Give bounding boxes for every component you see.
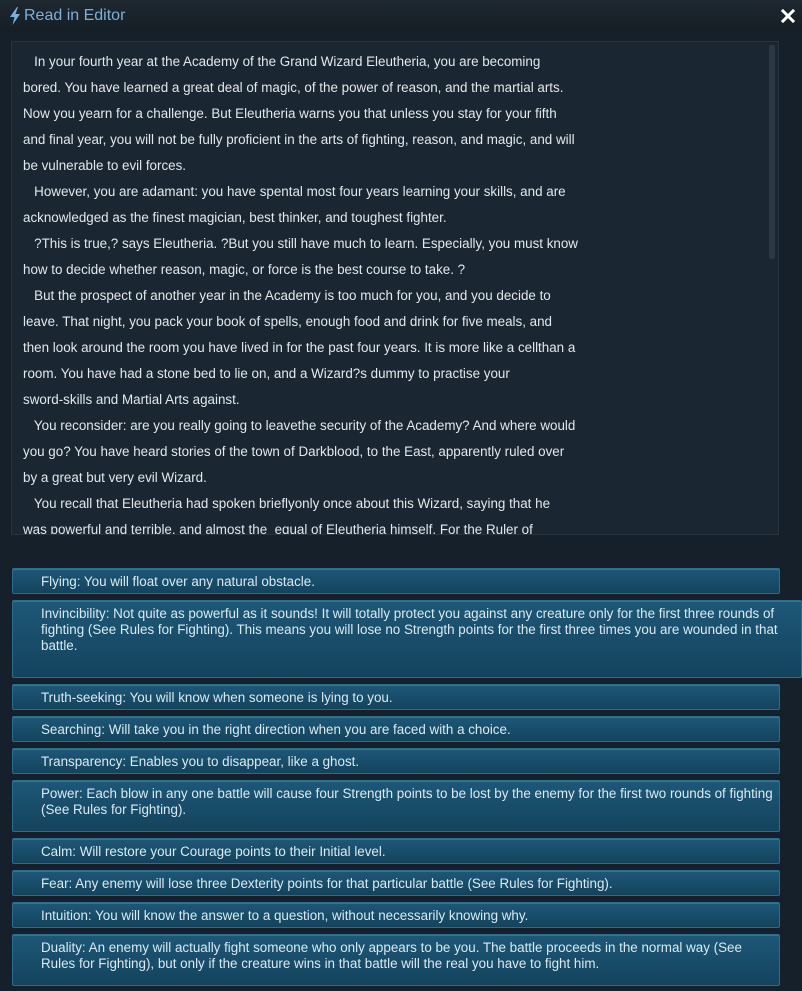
- choice-power[interactable]: Power: Each blow in any one battle will …: [12, 780, 780, 832]
- text-line: bored. You have learned a great deal of …: [23, 80, 564, 95]
- choice-flying[interactable]: Flying: You will float over any natural …: [12, 568, 780, 594]
- text-line: by a great but very evil Wizard.: [23, 470, 207, 485]
- text-line: In your fourth year at the Academy of th…: [23, 54, 541, 69]
- choice-truth-seeking[interactable]: Truth-seeking: You will know when someon…: [12, 684, 780, 710]
- scrollbar-thumb[interactable]: [769, 45, 775, 259]
- choice-transparency[interactable]: Transparency: Enables you to disappear, …: [12, 748, 780, 774]
- close-icon[interactable]: [780, 8, 796, 24]
- text-line: you go? You have heard stories of the to…: [23, 444, 565, 459]
- text-line: then look around the room you have lived…: [23, 340, 576, 355]
- text-line: leave. That night, you pack your book of…: [23, 314, 553, 329]
- choice-searching[interactable]: Searching: Will take you in the right di…: [12, 716, 780, 742]
- text-line: acknowledged as the finest magician, bes…: [23, 210, 447, 225]
- window-title: Read in Editor: [24, 7, 126, 24]
- text-line: room. You have had a stone bed to lie on…: [23, 366, 510, 381]
- choice-duality[interactable]: Duality: An enemy will actually fight so…: [12, 934, 780, 986]
- choice-intuition[interactable]: Intuition: You will know the answer to a…: [12, 902, 780, 928]
- editor-text: In your fourth year at the Academy of th…: [23, 49, 773, 535]
- choice-invincibility[interactable]: Invincibility: Not quite as powerful as …: [12, 600, 802, 678]
- text-line: sword-skills and Martial Arts against.: [23, 392, 240, 407]
- text-line: Now you yearn for a challenge. But Eleut…: [23, 106, 557, 121]
- text-line: You reconsider: are you really going to …: [23, 418, 576, 433]
- editor-scrollbar[interactable]: [769, 44, 775, 532]
- choice-fear[interactable]: Fear: Any enemy will lose three Dexterit…: [12, 870, 780, 896]
- text-line: how to decide whether reason, magic, or …: [23, 262, 466, 277]
- text-line: be vulnerable to evil forces.: [23, 158, 187, 173]
- choice-calm[interactable]: Calm: Will restore your Courage points t…: [12, 838, 780, 864]
- title-bar: Read in Editor: [0, 0, 802, 33]
- text-line: You recall that Eleutheria had spoken br…: [23, 496, 551, 511]
- text-line: However, you are adamant: you have spent…: [23, 184, 566, 199]
- text-line: ?This is true,? says Eleutheria. ?But yo…: [23, 236, 578, 251]
- text-line: was powerful and terrible, and almost th…: [23, 522, 533, 535]
- text-line: But the prospect of another year in the …: [23, 288, 551, 303]
- lightning-icon: [10, 7, 20, 25]
- editor-text-area[interactable]: In your fourth year at the Academy of th…: [11, 41, 779, 535]
- text-line: and final year, you will not be fully pr…: [23, 132, 575, 147]
